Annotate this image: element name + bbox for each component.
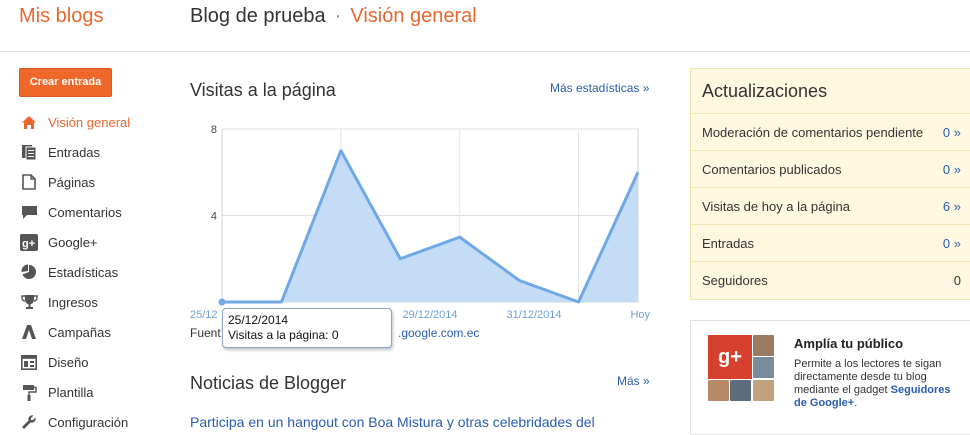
updates-row-label: Entradas (702, 235, 755, 251)
avatar (753, 335, 774, 356)
promo-description: Permite a los lectores te sigan directam… (794, 358, 964, 410)
updates-row-published-comments: Comentarios publicados 0 » (691, 151, 970, 188)
sidebar-item-earnings[interactable]: Ingresos (19, 287, 179, 317)
sidebar-item-label: Google+ (48, 234, 98, 250)
sidebar-item-layout[interactable]: Diseño (19, 347, 179, 377)
sidebar-item-label: Entradas (48, 144, 101, 160)
promo-title: Amplía tu público (794, 336, 904, 351)
pageviews-chart: 8 4 25/12 29/12/2014 31/12/2014 Hoy (190, 116, 650, 326)
y-tick-label: 8 (211, 124, 217, 136)
sidebar-item-label: Campañas (48, 324, 111, 340)
blog-title[interactable]: Blog de prueba (190, 5, 326, 27)
news-headline-link[interactable]: Participa en un hangout con Boa Mistura … (190, 414, 595, 430)
profile-collage: g+ (708, 335, 774, 401)
tooltip-value: Visitas a la página: 0 (228, 328, 339, 342)
x-tick-label: 29/12/2014 (402, 309, 457, 321)
sidebar-item-label: Estadísticas (48, 264, 119, 280)
title-separator: · (334, 5, 342, 27)
promo-suffix: . (854, 397, 858, 409)
updates-row-posts: Entradas 0 » (691, 225, 970, 262)
y-tick-label: 4 (211, 211, 217, 223)
pageviews-chart-svg: 8 4 25/12 29/12/2014 31/12/2014 Hoy (190, 124, 650, 321)
sidebar-item-label: Configuración (48, 414, 129, 430)
updates-row-value[interactable]: 0 » (943, 236, 961, 251)
sidebar-item-label: Diseño (48, 354, 89, 370)
source-prefix: Fuent (190, 326, 221, 340)
avatar (730, 380, 751, 401)
tooltip-date: 25/12/2014 (228, 313, 289, 327)
sidebar-item-label: Ingresos (48, 294, 98, 310)
comment-icon (19, 203, 39, 221)
sidebar-item-comments[interactable]: Comentarios (19, 197, 179, 227)
google-plus-logo: g+ (708, 335, 752, 379)
sidebar-item-label: Comentarios (48, 204, 122, 220)
campaign-icon (19, 323, 39, 341)
sidebar-item-overview[interactable]: Visión general (19, 107, 179, 137)
trophy-icon (19, 293, 39, 311)
google-plus-icon: g+ (19, 233, 39, 251)
x-tick-label: 31/12/2014 (506, 309, 561, 321)
sidebar-item-template[interactable]: Plantilla (19, 377, 179, 407)
svg-text:g+: g+ (22, 238, 35, 250)
sidebar-item-posts[interactable]: Entradas (19, 137, 179, 167)
avatar (753, 357, 774, 378)
my-blogs-link[interactable]: Mis blogs (19, 5, 103, 28)
updates-row-value[interactable]: 0 » (943, 125, 961, 140)
series-area (222, 150, 638, 302)
home-icon (19, 113, 39, 131)
sidebar-item-settings[interactable]: Configuración (19, 407, 179, 435)
updates-row-today-pageviews: Visitas de hoy a la página 6 » (691, 188, 970, 225)
source-line: Fuent .google.com.ec (190, 326, 479, 340)
paint-roller-icon (19, 383, 39, 401)
updates-row-label: Comentarios publicados (702, 161, 842, 177)
updates-row-label: Seguidores (702, 273, 768, 288)
avatar (753, 380, 774, 401)
updates-row-label: Moderación de comentarios pendiente (702, 124, 924, 140)
updates-row-pending-comments: Moderación de comentarios pendiente 0 » (691, 114, 970, 151)
avatar (708, 380, 729, 401)
updates-title: Actualizaciones (691, 69, 970, 114)
page-title: Blog de prueba · Visión general (190, 5, 477, 28)
data-point (218, 298, 226, 306)
pages-icon (19, 173, 39, 191)
posts-icon (19, 143, 39, 161)
create-post-button[interactable]: Crear entrada (19, 68, 112, 97)
news-more-link[interactable]: Más » (617, 374, 650, 388)
sidebar-item-campaigns[interactable]: Campañas (19, 317, 179, 347)
updates-row-value[interactable]: 6 » (943, 199, 961, 214)
updates-row-label: Visitas de hoy a la página (702, 198, 850, 214)
sidebar-item-pages[interactable]: Páginas (19, 167, 179, 197)
sidebar-nav: Visión general Entradas Páginas Comentar… (19, 107, 179, 435)
news-title: Noticias de Blogger (190, 373, 347, 393)
sidebar-item-google-plus[interactable]: g+ Google+ (19, 227, 179, 257)
pie-chart-icon (19, 263, 39, 281)
source-link[interactable]: .google.com.ec (398, 326, 479, 340)
sidebar-item-stats[interactable]: Estadísticas (19, 257, 179, 287)
more-stats-link[interactable]: Más estadísticas » (550, 81, 649, 95)
top-header: Mis blogs Blog de prueba · Visión general (0, 0, 970, 52)
x-tick-label: 25/12 (190, 309, 218, 321)
sidebar-item-label: Plantilla (48, 384, 94, 400)
current-page-label: Visión general (350, 5, 477, 27)
updates-panel: Actualizaciones Moderación de comentario… (690, 68, 970, 300)
updates-row-followers: Seguidores 0 (691, 262, 970, 299)
sidebar-item-label: Páginas (48, 174, 95, 190)
updates-row-value: 0 (953, 273, 961, 288)
google-plus-promo: g+ Amplía tu público Permite a los lecto… (690, 320, 970, 435)
pageviews-title: Visitas a la página (190, 80, 336, 100)
layout-icon (19, 353, 39, 371)
sidebar-item-label: Visión general (48, 114, 131, 130)
updates-row-value[interactable]: 0 » (943, 162, 961, 177)
chart-tooltip: 25/12/2014 Visitas a la página: 0 (222, 308, 392, 348)
wrench-icon (19, 413, 39, 431)
x-tick-label: Hoy (630, 309, 650, 321)
